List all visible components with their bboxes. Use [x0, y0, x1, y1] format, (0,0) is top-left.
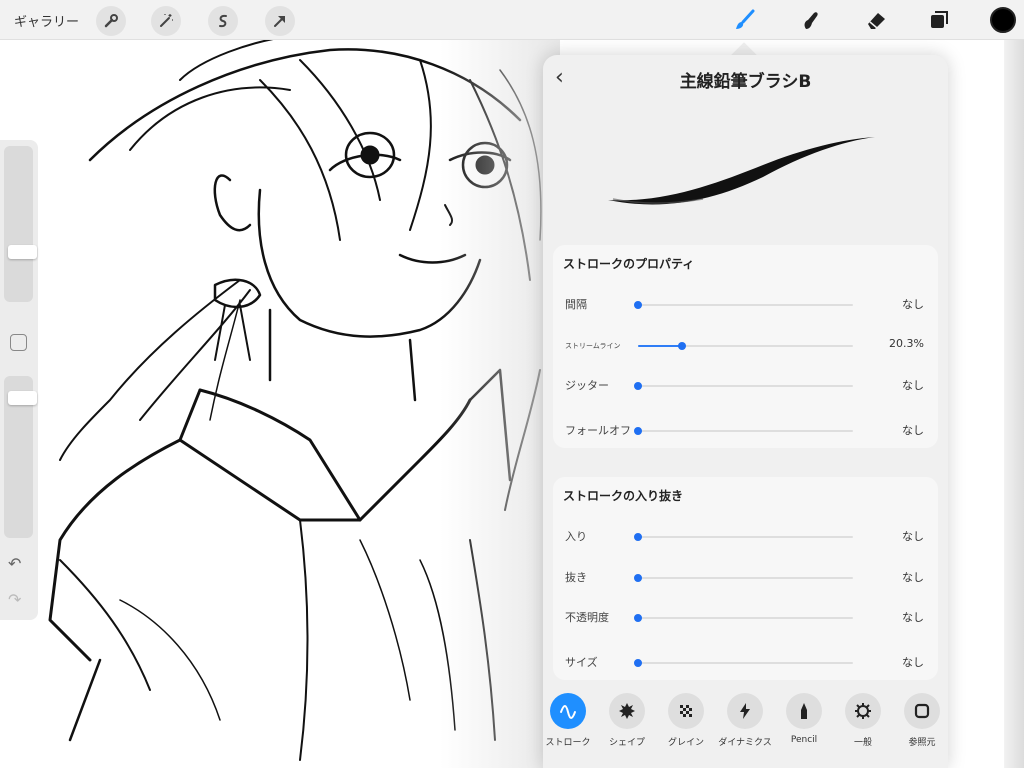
brush-icon [736, 9, 755, 29]
tab-dynamics-bolt[interactable]: ダイナミクス [715, 693, 775, 748]
slider-fill [638, 345, 682, 347]
slider-row: サイズ なし [553, 647, 938, 677]
tab-label: グレイン [667, 738, 704, 748]
brush-size-thumb[interactable] [8, 245, 37, 260]
slider-row: ストリームライン 20.3% [553, 330, 938, 360]
row-value: なし [902, 656, 924, 669]
row-value: なし [902, 611, 924, 624]
stroke-wave-icon [550, 693, 586, 729]
slider-row: フォールオフ なし [553, 415, 938, 445]
setting-slider[interactable] [634, 574, 853, 582]
tab-pencil-tip[interactable]: Pencil [774, 693, 834, 745]
setting-slider[interactable] [634, 614, 853, 622]
brush-studio-tabs: ストローク シェイプ グレイン ダイナミクス Pencil 一般 参照元 [543, 693, 948, 763]
row-value: なし [902, 379, 924, 392]
slider-row: 間隔 なし [553, 289, 938, 319]
row-label: 間隔 [565, 298, 587, 311]
smudge-icon [804, 12, 818, 29]
layers-icon [931, 11, 948, 28]
opacity-slider[interactable] [4, 376, 37, 538]
setting-slider[interactable] [634, 382, 853, 390]
actions-button[interactable] [96, 6, 126, 36]
row-label: ジッター [565, 379, 609, 392]
row-label: 抜き [565, 571, 587, 584]
section-title: ストロークの入り抜き [563, 489, 684, 503]
tab-stroke-wave[interactable]: ストローク [538, 693, 598, 748]
opacity-thumb[interactable] [8, 390, 37, 405]
tab-label: ダイナミクス [718, 738, 772, 748]
dynamics-bolt-icon [727, 693, 763, 729]
slider-knob[interactable] [634, 382, 642, 390]
magic-wand-icon [160, 14, 173, 27]
general-gear-icon [845, 693, 881, 729]
modify-square-icon[interactable] [10, 334, 27, 351]
tab-shape-star[interactable]: シェイプ [597, 693, 657, 748]
smudge-tool-button[interactable] [796, 5, 826, 35]
setting-slider[interactable] [634, 533, 853, 541]
brush-settings-panel: ‹ 主線鉛筆ブラシB ストロークのプロパティ 間隔 なし ストリームライン 20.3%… [543, 55, 948, 768]
slider-row: 入り なし [553, 521, 938, 551]
slider-knob[interactable] [634, 533, 642, 541]
selection-button[interactable] [208, 6, 238, 36]
eraser-icon [868, 13, 885, 29]
pencil-tip-icon [786, 693, 822, 729]
transform-arrow-icon [274, 16, 285, 27]
row-value: 20.3% [889, 337, 924, 350]
selection-icon [219, 14, 227, 28]
row-label: フォールオフ [565, 424, 631, 437]
row-value: なし [902, 530, 924, 543]
adjustments-button[interactable] [151, 6, 181, 36]
stroke-properties-section: ストロークのプロパティ 間隔 なし ストリームライン 20.3% ジッター なし フォールオ… [553, 245, 938, 448]
setting-slider[interactable] [634, 427, 853, 435]
setting-slider[interactable] [638, 342, 853, 350]
gallery-button[interactable]: ギャラリー [14, 11, 79, 30]
tab-label: 参照元 [908, 738, 936, 748]
left-sidebar: ↶ ↷ [0, 140, 38, 620]
top-toolbar: ギャラリー [0, 0, 1024, 40]
panel-shadow [440, 40, 560, 768]
tab-label: ストローク [545, 738, 591, 748]
slider-knob[interactable] [634, 659, 642, 667]
section-title: ストロークのプロパティ [563, 257, 695, 271]
slider-knob[interactable] [634, 427, 642, 435]
tab-label: Pencil [790, 735, 818, 745]
setting-slider[interactable] [634, 301, 853, 309]
row-value: なし [902, 298, 924, 311]
color-swatch[interactable] [990, 7, 1016, 33]
tab-general-gear[interactable]: 一般 [833, 693, 893, 748]
brush-tool-button[interactable] [730, 5, 760, 35]
shape-star-icon [609, 693, 645, 729]
slider-knob[interactable] [634, 614, 642, 622]
layers-button[interactable] [924, 5, 954, 35]
slider-knob[interactable] [634, 301, 642, 309]
tab-label: シェイプ [608, 738, 645, 748]
tab-label: 一般 [853, 738, 872, 748]
transform-button[interactable] [265, 6, 295, 36]
brush-size-slider[interactable] [4, 146, 37, 302]
row-label: 不透明度 [565, 611, 609, 624]
undo-icon[interactable]: ↶ [8, 554, 21, 573]
grain-checker-icon [668, 693, 704, 729]
stroke-preview [608, 137, 875, 205]
tab-source-square[interactable]: 参照元 [892, 693, 952, 748]
slider-row: 不透明度 なし [553, 602, 938, 632]
setting-slider[interactable] [634, 659, 853, 667]
slider-knob[interactable] [634, 574, 642, 582]
row-value: なし [902, 571, 924, 584]
panel-title: 主線鉛筆ブラシB [679, 72, 812, 92]
row-value: なし [902, 424, 924, 437]
row-label: サイズ [565, 656, 598, 669]
tab-grain-checker[interactable]: グレイン [656, 693, 716, 748]
source-square-icon [904, 693, 940, 729]
wrench-icon [104, 14, 118, 28]
redo-icon[interactable]: ↷ [8, 590, 21, 609]
slider-knob[interactable] [677, 342, 686, 350]
row-label: ストリームライン [565, 342, 621, 350]
row-label: 入り [565, 530, 587, 543]
slider-row: 抜き なし [553, 562, 938, 592]
canvas-edge [1004, 40, 1024, 768]
taper-section: ストロークの入り抜き 入り なし 抜き なし 不透明度 なし サイズ なし [553, 477, 938, 680]
slider-row: ジッター なし [553, 370, 938, 400]
eraser-tool-button[interactable] [861, 5, 891, 35]
